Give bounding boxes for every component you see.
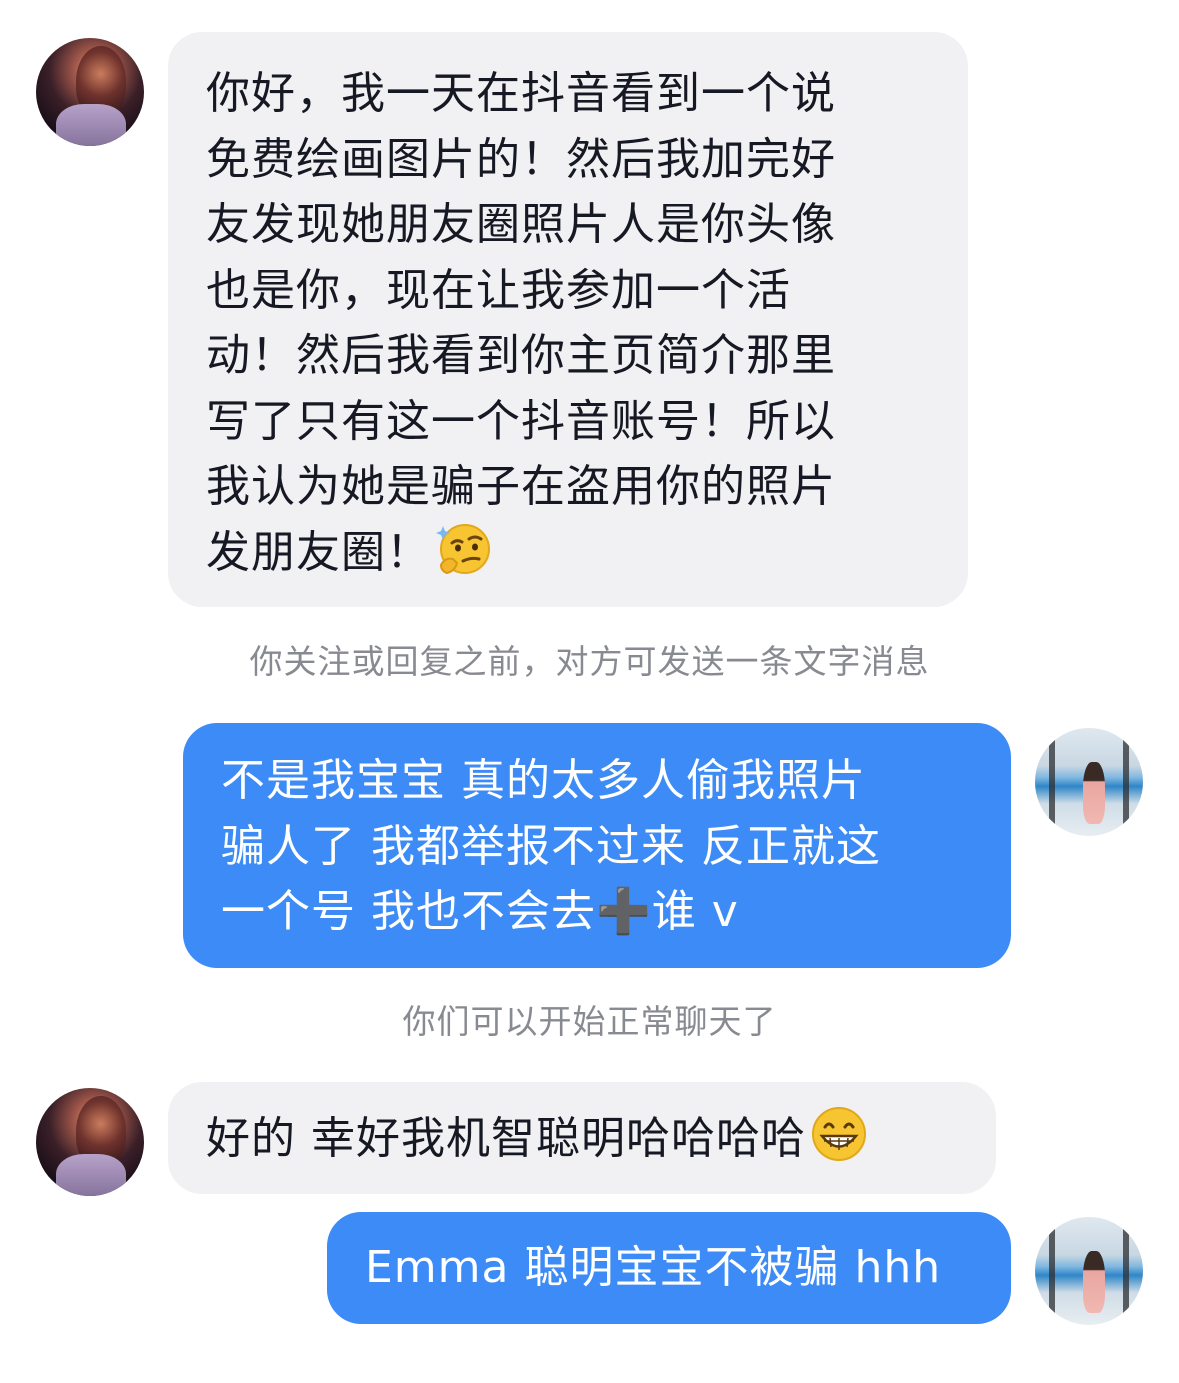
- my-avatar[interactable]: [1035, 728, 1143, 836]
- outgoing-message-bubble[interactable]: 不是我宝宝 真的太多人偷我照片 骗人了 我都举报不过来 反正就这 一个号 我也不…: [183, 723, 1011, 968]
- message-line: 好的 幸好我机智聪明哈哈哈哈: [206, 1113, 806, 1164]
- my-avatar[interactable]: [1035, 1217, 1143, 1325]
- notice-before-reply: 你关注或回复之前，对方可发送一条文字消息: [249, 642, 930, 681]
- message-line: 也是你，现在让我参加一个活: [206, 264, 791, 316]
- message-line: 动！然后我看到你主页简介那里: [206, 330, 836, 381]
- message-line: 发朋友圈！: [206, 526, 431, 578]
- message-line: 不是我宝宝 真的太多人偷我照片: [221, 755, 866, 806]
- incoming-message-bubble[interactable]: 好的 幸好我机智聪明哈哈哈哈: [168, 1082, 996, 1194]
- message-line: Emma 聪明宝宝不被骗 hhh: [365, 1242, 942, 1293]
- notice-can-chat: 你们可以开始正常聊天了: [402, 1002, 777, 1041]
- outgoing-message-bubble[interactable]: Emma 聪明宝宝不被骗 hhh: [327, 1212, 1011, 1324]
- sender-avatar[interactable]: [36, 1088, 144, 1196]
- thinking-face-emoji: [435, 521, 491, 596]
- message-line: 写了只有这一个抖音账号！所以: [206, 395, 836, 447]
- sender-avatar[interactable]: [36, 38, 144, 146]
- message-line: 一个号 我也不会去➕谁 v: [221, 886, 739, 937]
- incoming-message-bubble[interactable]: 你好，我一天在抖音看到一个说 免费绘画图片的！然后我加完好 友发现她朋友圈照片人…: [168, 32, 968, 607]
- message-line: 免费绘画图片的！然后我加完好: [206, 133, 836, 185]
- grinning-face-emoji: [810, 1105, 868, 1182]
- message-line: 友发现她朋友圈照片人是你头像: [206, 199, 836, 250]
- message-line: 你好，我一天在抖音看到一个说: [206, 68, 836, 119]
- message-line: 我认为她是骗子在盗用你的照片: [206, 461, 836, 512]
- message-line: 骗人了 我都举报不过来 反正就这: [221, 820, 881, 872]
- chat-thread: 你好，我一天在抖音看到一个说 免费绘画图片的！然后我加完好 友发现她朋友圈照片人…: [0, 0, 1179, 1383]
